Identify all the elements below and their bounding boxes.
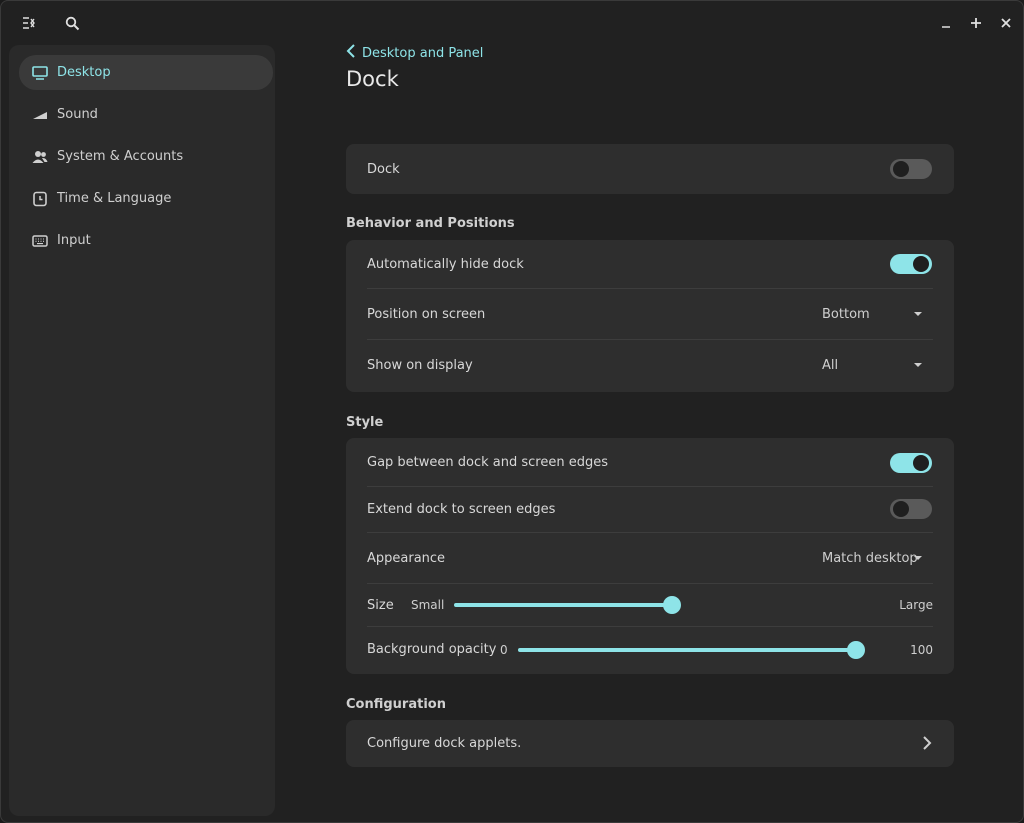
position-dropdown[interactable]: Bottom bbox=[822, 302, 932, 326]
configure-applets-label: Configure dock applets. bbox=[367, 736, 522, 751]
sidebar: Desktop Sound System & Accounts Time & L… bbox=[9, 45, 275, 816]
minimize-icon[interactable] bbox=[934, 11, 958, 35]
extend-label: Extend dock to screen edges bbox=[367, 502, 556, 517]
toggle-knob bbox=[893, 161, 909, 177]
sound-icon bbox=[31, 106, 49, 124]
sidebar-item-system-accounts[interactable]: System & Accounts bbox=[19, 139, 273, 174]
size-label: Size bbox=[367, 597, 394, 613]
sidebar-item-label: Input bbox=[57, 233, 91, 248]
position-label: Position on screen bbox=[367, 306, 486, 322]
extend-row: Extend dock to screen edges bbox=[346, 487, 954, 532]
settings-window: Desktop Sound System & Accounts Time & L… bbox=[0, 0, 1024, 823]
opacity-row: Background opacity 0 100 bbox=[346, 627, 954, 672]
sidebar-item-label: Desktop bbox=[57, 65, 111, 80]
opacity-min-label: 0 bbox=[500, 642, 508, 657]
sidebar-item-sound[interactable]: Sound bbox=[19, 97, 273, 132]
style-card: Gap between dock and screen edges Extend… bbox=[346, 438, 954, 674]
display-dropdown[interactable]: All bbox=[822, 353, 932, 377]
gap-toggle[interactable] bbox=[890, 453, 932, 473]
chevron-down-icon bbox=[914, 363, 922, 367]
chevron-left-icon bbox=[346, 44, 356, 62]
sidebar-item-time-language[interactable]: Time & Language bbox=[19, 181, 273, 216]
chevron-down-icon bbox=[914, 556, 922, 560]
dock-toggle[interactable] bbox=[890, 159, 932, 179]
sidebar-item-input[interactable]: Input bbox=[19, 223, 273, 258]
back-link[interactable]: Desktop and Panel bbox=[346, 43, 483, 63]
sidebar-item-label: Sound bbox=[57, 107, 98, 122]
appearance-label: Appearance bbox=[367, 550, 446, 566]
display-value: All bbox=[822, 357, 839, 373]
monitor-icon bbox=[31, 64, 49, 82]
size-slider-thumb[interactable] bbox=[663, 596, 681, 614]
configure-applets-row: Configure dock applets. bbox=[346, 720, 954, 767]
size-slider-fill bbox=[454, 603, 672, 607]
sidebar-item-label: Time & Language bbox=[57, 191, 172, 206]
size-min-label: Small bbox=[411, 598, 445, 612]
users-icon bbox=[31, 148, 49, 166]
appearance-dropdown[interactable]: Match desktop bbox=[822, 546, 932, 570]
configuration-heading: Configuration bbox=[346, 697, 446, 712]
chevron-right-icon bbox=[922, 735, 932, 755]
clock-icon bbox=[31, 190, 49, 208]
toggle-knob bbox=[913, 256, 929, 272]
auto-hide-row: Automatically hide dock bbox=[346, 240, 954, 288]
toggle-knob bbox=[893, 501, 909, 517]
sidebar-item-desktop[interactable]: Desktop bbox=[19, 55, 273, 90]
configure-applets-card[interactable]: Configure dock applets. bbox=[346, 720, 954, 767]
chevron-down-icon bbox=[914, 312, 922, 316]
dock-label: Dock bbox=[367, 161, 400, 177]
position-row: Position on screen Bottom bbox=[346, 289, 954, 339]
opacity-max-label: 100 bbox=[910, 642, 933, 657]
search-icon[interactable] bbox=[60, 11, 84, 35]
toggle-knob bbox=[913, 455, 929, 471]
opacity-slider-thumb[interactable] bbox=[847, 641, 865, 659]
behavior-heading: Behavior and Positions bbox=[346, 216, 515, 231]
close-icon[interactable] bbox=[994, 11, 1018, 35]
auto-hide-label: Automatically hide dock bbox=[367, 256, 524, 272]
extend-toggle[interactable] bbox=[890, 499, 932, 519]
style-heading: Style bbox=[346, 415, 384, 430]
back-link-label: Desktop and Panel bbox=[362, 45, 484, 61]
appearance-row: Appearance Match desktop bbox=[346, 533, 954, 583]
auto-hide-toggle[interactable] bbox=[890, 254, 932, 274]
appearance-value: Match desktop bbox=[822, 550, 918, 566]
display-row: Show on display All bbox=[346, 340, 954, 390]
sidebar-toggle-icon[interactable] bbox=[17, 11, 41, 35]
opacity-slider-fill bbox=[518, 648, 856, 652]
gap-label: Gap between dock and screen edges bbox=[367, 454, 608, 470]
size-max-label: Large bbox=[899, 598, 933, 612]
size-row: Size Small Large bbox=[346, 584, 954, 626]
dock-row: Dock bbox=[346, 144, 954, 194]
dock-card: Dock bbox=[346, 144, 954, 194]
position-value: Bottom bbox=[822, 306, 870, 322]
opacity-slider[interactable] bbox=[518, 641, 865, 659]
gap-row: Gap between dock and screen edges bbox=[346, 438, 954, 486]
page-title: Dock bbox=[346, 67, 399, 91]
sidebar-item-label: System & Accounts bbox=[57, 149, 184, 164]
opacity-label: Background opacity bbox=[367, 642, 497, 657]
behavior-card: Automatically hide dock Position on scre… bbox=[346, 240, 954, 392]
maximize-icon[interactable] bbox=[964, 11, 988, 35]
keyboard-icon bbox=[31, 232, 49, 250]
display-label: Show on display bbox=[367, 357, 473, 373]
size-slider[interactable] bbox=[454, 596, 681, 614]
